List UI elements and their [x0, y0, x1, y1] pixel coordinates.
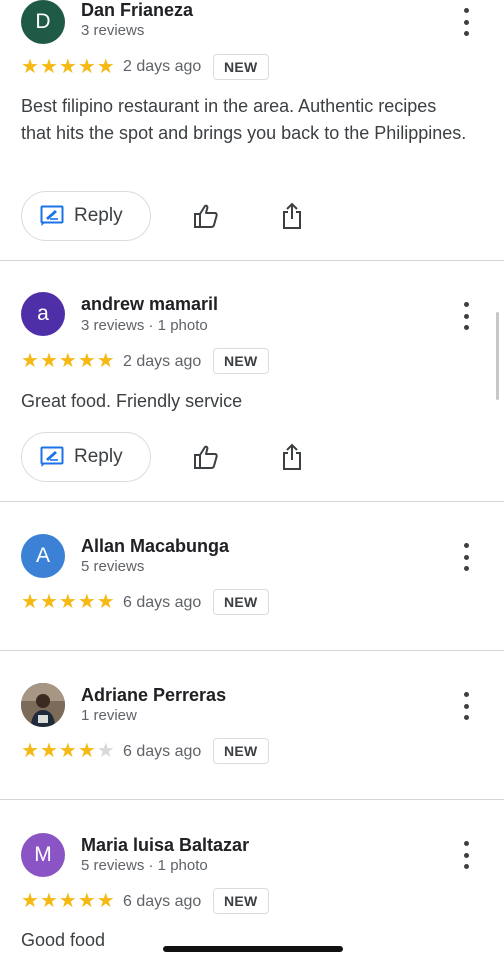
avatar[interactable]: a [21, 292, 65, 336]
new-badge: NEW [213, 738, 269, 764]
divider [0, 501, 504, 502]
reviewer-name[interactable]: Adriane Perreras [81, 685, 226, 706]
star-rating: ★ ★ ★ ★ ★ [21, 351, 115, 371]
star-icon: ★ [58, 591, 77, 613]
avatar[interactable] [21, 683, 65, 727]
divider [0, 260, 504, 261]
star-icon: ★ [77, 350, 96, 372]
profile-photo [21, 683, 65, 727]
scrollbar[interactable] [496, 312, 499, 400]
star-icon: ★ [96, 350, 115, 372]
more-options-button[interactable] [458, 8, 474, 36]
thumbs-up-icon [194, 204, 218, 228]
star-icon: ★ [96, 890, 115, 912]
star-icon: ★ [21, 740, 39, 762]
reviewer-meta: 5 reviews · 1 photo [81, 857, 208, 874]
star-rating: ★ ★ ★ ★ ★ [21, 891, 115, 911]
more-vert-icon [463, 692, 469, 697]
share-icon [283, 443, 301, 470]
home-indicator[interactable] [163, 946, 343, 952]
star-icon: ★ [77, 56, 96, 78]
review-text: Great food. Friendly service [21, 391, 243, 411]
share-icon [283, 202, 301, 229]
star-icon: ★ [58, 350, 77, 372]
reviewer-name[interactable]: Dan Frianeza [81, 0, 193, 21]
star-icon: ★ [39, 350, 58, 372]
thumbs-up-icon [194, 445, 218, 469]
reviewer-name[interactable]: Allan Macabunga [81, 536, 229, 557]
star-icon: ★ [39, 890, 58, 912]
star-empty-icon: ★ [96, 740, 115, 762]
star-icon: ★ [96, 56, 115, 78]
star-icon: ★ [21, 890, 39, 912]
avatar[interactable]: D [21, 0, 65, 44]
new-badge: NEW [213, 348, 269, 374]
star-icon: ★ [77, 890, 96, 912]
reply-label: Reply [74, 205, 123, 226]
review-date: 2 days ago [123, 353, 202, 370]
reviewer-name[interactable]: andrew mamaril [81, 294, 218, 315]
star-icon: ★ [58, 56, 77, 78]
star-icon: ★ [21, 350, 39, 372]
star-rating: ★ ★ ★ ★ ★ [21, 592, 115, 612]
like-button[interactable] [192, 202, 220, 230]
more-vert-icon [463, 302, 469, 307]
more-vert-icon [463, 8, 469, 13]
avatar[interactable]: M [21, 833, 65, 877]
divider [0, 650, 504, 651]
reviewer-name[interactable]: Maria luisa Baltazar [81, 835, 249, 856]
review-date: 6 days ago [123, 594, 202, 611]
review-date: 2 days ago [123, 58, 202, 75]
reply-icon [40, 446, 64, 467]
reply-label: Reply [74, 446, 123, 467]
review-text: Best filipino restaurant in the area. Au… [21, 96, 467, 143]
reply-icon [40, 205, 64, 226]
star-rating: ★ ★ ★ ★ ★ [21, 57, 115, 77]
star-icon: ★ [39, 56, 58, 78]
reviewer-meta: 5 reviews [81, 558, 145, 575]
reply-button[interactable]: Reply [21, 432, 151, 482]
avatar[interactable]: A [21, 534, 65, 578]
reviewer-meta: 1 review [81, 707, 137, 724]
reviewer-meta: 3 reviews [81, 22, 145, 39]
share-button[interactable] [278, 202, 306, 230]
star-icon: ★ [21, 591, 39, 613]
star-icon: ★ [77, 740, 96, 762]
reviewer-meta: 3 reviews · 1 photo [81, 317, 208, 334]
divider [0, 799, 504, 800]
new-badge: NEW [213, 888, 269, 914]
new-badge: NEW [213, 54, 269, 80]
star-icon: ★ [58, 890, 77, 912]
review-date: 6 days ago [123, 893, 202, 910]
share-button[interactable] [278, 443, 306, 471]
more-vert-icon [463, 543, 469, 548]
more-options-button[interactable] [458, 302, 474, 330]
review-date: 6 days ago [123, 743, 202, 760]
star-icon: ★ [77, 591, 96, 613]
more-options-button[interactable] [458, 543, 474, 571]
star-icon: ★ [39, 591, 58, 613]
like-button[interactable] [192, 443, 220, 471]
star-rating: ★ ★ ★ ★ ★ [21, 741, 115, 761]
star-icon: ★ [58, 740, 77, 762]
more-options-button[interactable] [458, 692, 474, 720]
star-icon: ★ [39, 740, 58, 762]
reply-button[interactable]: Reply [21, 191, 151, 241]
more-vert-icon [463, 841, 469, 846]
star-icon: ★ [21, 56, 39, 78]
new-badge: NEW [213, 589, 269, 615]
star-icon: ★ [96, 591, 115, 613]
more-options-button[interactable] [458, 841, 474, 869]
